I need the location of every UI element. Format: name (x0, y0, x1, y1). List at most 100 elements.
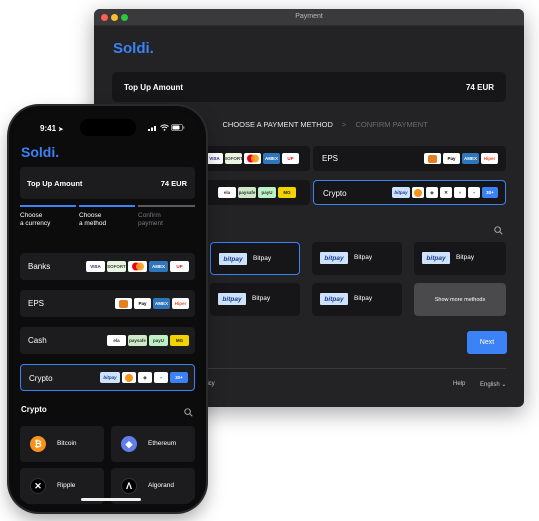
phone-frame: 9:41 ➤ Soldi. Top Up Amount 74 EUR Choos… (9, 106, 206, 512)
paysafe-logo: paysafe (238, 187, 256, 198)
ripple-icon: ✕ (440, 187, 452, 198)
paysafe-logo: paysafe (128, 335, 147, 346)
ela-logo: ela (107, 335, 126, 346)
amex-logo: AMEX (149, 261, 168, 272)
visa-logo: VISA (206, 153, 223, 164)
apple-pay-logo: Pay (443, 153, 460, 164)
home-indicator (81, 498, 141, 501)
wifi-icon (160, 124, 171, 133)
step-progress-1 (20, 205, 76, 207)
method-tile-bitpay[interactable]: bitpay Bitpay (210, 283, 300, 316)
method-tile-name: Bitpay (354, 254, 373, 261)
method-card-banks-desktop[interactable]: VISA SOFORT AMEX UP (198, 146, 310, 171)
coin-name: Algorand (148, 482, 175, 489)
ela-logo: ela (218, 187, 236, 198)
method-tile-bitpay[interactable]: bitpay Bitpay (312, 283, 402, 316)
method-label: EPS (322, 154, 339, 163)
step-choose-currency[interactable]: Choose a currency (20, 212, 50, 228)
method-tile-bitpay[interactable]: bitpay Bitpay (210, 242, 300, 275)
method-card-cash[interactable]: Cash ela paysafe payU MG (20, 327, 195, 354)
moneygram-logo: MG (170, 335, 189, 346)
signal-icon (148, 126, 160, 133)
bitpay-logo: bitpay (219, 253, 247, 265)
policy-link[interactable]: licy (206, 381, 215, 387)
step-line: payment (138, 220, 163, 227)
step-line: a method (79, 220, 107, 227)
coin-icon: ● (454, 187, 466, 198)
algorand-icon: ⬩ (468, 187, 480, 198)
method-label: Crypto (29, 374, 53, 383)
method-tile-name: Bitpay (456, 254, 475, 261)
status-icons (148, 124, 185, 133)
footer-divider (206, 368, 506, 369)
ethereum-icon: ◆ (121, 436, 137, 452)
search-icon[interactable] (494, 222, 503, 240)
next-button[interactable]: Next (467, 331, 507, 354)
top-up-amount: 74 EUR (160, 179, 187, 188)
method-tile-bitpay[interactable]: bitpay Bitpay (312, 242, 402, 275)
step-choose-payment-method[interactable]: CHOOSE A PAYMENT METHOD (222, 120, 332, 129)
coin-card-bitcoin[interactable]: ₿ Bitcoin (20, 426, 104, 462)
payu-logo: payU (258, 187, 276, 198)
search-icon[interactable] (184, 404, 193, 422)
method-tile-name: Bitpay (252, 295, 271, 302)
mastercard-logo (128, 261, 147, 272)
amex-logo: AMEX (153, 298, 170, 309)
hiper-logo: Hiper (172, 298, 189, 309)
eps-logo (115, 298, 132, 309)
step-line: a currency (20, 220, 51, 227)
language-value: English (480, 382, 500, 388)
status-time-text: 9:41 (40, 124, 57, 133)
coin-name: Ethereum (148, 440, 177, 447)
method-card-cash-desktop[interactable]: ela paysafe payU MG (198, 180, 310, 205)
amex-logo: AMEX (462, 153, 479, 164)
ethereum-icon: ◆ (426, 187, 438, 198)
method-label: Crypto (323, 189, 347, 198)
step-separator: > (342, 120, 347, 129)
brand-logo: Soldi. (21, 144, 60, 160)
hiper-logo: Hiper (481, 153, 498, 164)
top-up-label: Top Up Amount (27, 179, 83, 188)
location-arrow-icon: ➤ (58, 127, 64, 133)
bitpay-logo: bitpay (320, 293, 348, 305)
bitcoin-icon: ₿ (30, 436, 46, 452)
step-line: Choose (20, 212, 43, 219)
step-line: Confirm (138, 212, 161, 219)
method-card-crypto[interactable]: Crypto bitpay ◆ ⬩ 30+ (20, 364, 195, 391)
method-card-eps[interactable]: EPS Pay AMEX Hiper (20, 290, 195, 317)
window-titlebar: Payment (94, 9, 524, 26)
show-more-methods-button[interactable]: Show more methods (414, 283, 506, 316)
method-tile-name: Bitpay (354, 295, 373, 302)
more-coins-badge: 30+ (482, 187, 498, 198)
step-confirm-payment[interactable]: Confirm payment (138, 212, 163, 228)
method-card-crypto-desktop[interactable]: Crypto bitpay ◆ ✕ ● ⬩ 30+ (313, 180, 506, 205)
status-time: 9:41 ➤ (40, 124, 63, 133)
method-card-banks[interactable]: Banks VISA SOFORT AMEX UP (20, 253, 195, 280)
more-coins-badge: 30+ (170, 372, 188, 383)
brand-logo: Soldi. (113, 40, 154, 57)
method-label: Cash (28, 336, 47, 345)
checkout-steps: > CHOOSE A PAYMENT METHOD > CONFIRM PAYM… (202, 120, 428, 129)
top-up-label: Top Up Amount (124, 83, 184, 92)
crypto-section-title: Crypto (21, 405, 47, 414)
bitcoin-icon (412, 187, 424, 198)
sofort-logo: SOFORT (107, 261, 126, 272)
coin-name: Bitcoin (57, 440, 77, 447)
method-tile-name: Bitpay (253, 255, 272, 262)
step-choose-method[interactable]: Choose a method (79, 212, 106, 228)
window-title: Payment (295, 13, 323, 20)
method-tile-bitpay[interactable]: bitpay Bitpay (414, 242, 506, 275)
step-confirm-payment[interactable]: CONFIRM PAYMENT (356, 120, 428, 129)
method-card-eps-desktop[interactable]: EPS Pay AMEX Hiper (313, 146, 506, 171)
phone-screen: 9:41 ➤ Soldi. Top Up Amount 74 EUR Choos… (14, 111, 201, 507)
visa-logo: VISA (86, 261, 105, 272)
step-progress-2 (79, 205, 135, 207)
method-label: Banks (28, 262, 51, 271)
language-select[interactable]: English ⌄ (480, 381, 506, 388)
coin-name: Ripple (57, 482, 76, 489)
sofort-logo: SOFORT (224, 153, 243, 164)
coin-card-ethereum[interactable]: ◆ Ethereum (111, 426, 195, 462)
bitpay-logo: bitpay (100, 372, 120, 383)
bitpay-logo: bitpay (218, 293, 246, 305)
help-link[interactable]: Help (453, 381, 465, 387)
